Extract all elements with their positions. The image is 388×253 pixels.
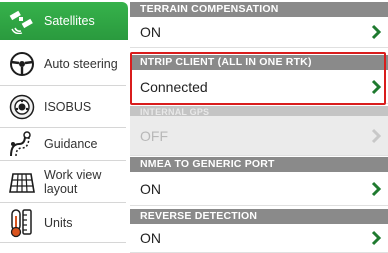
setting-value: ON <box>140 24 161 40</box>
chevron-right-icon <box>371 24 382 40</box>
setting-value: Connected <box>140 78 208 95</box>
sidebar-item-guidance[interactable]: Guidance <box>0 128 126 161</box>
setting-row-internal-gps: OFF <box>130 116 388 156</box>
work-view-icon <box>4 164 40 200</box>
sidebar-item-label: Units <box>44 215 73 230</box>
steering-wheel-icon <box>4 46 40 82</box>
thermometer-icon <box>4 205 40 241</box>
chevron-right-icon <box>371 79 382 94</box>
sidebar-item-label: Satellites <box>44 14 95 28</box>
setting-row-ntrip-client[interactable]: Connected <box>130 70 388 104</box>
setting-value: ON <box>140 230 161 246</box>
sidebar: Satellites Auto steering ISOBUS Guidance… <box>0 0 128 253</box>
chevron-right-icon <box>371 181 382 196</box>
sidebar-item-satellites[interactable]: Satellites <box>0 2 128 40</box>
sidebar-item-label: Guidance <box>44 137 98 151</box>
setting-row-nmea-to-generic-port[interactable]: ON <box>130 172 388 206</box>
sidebar-item-work-view-layout[interactable]: Work view layout <box>0 161 126 203</box>
isobus-icon <box>4 89 40 125</box>
guidance-icon <box>4 126 40 162</box>
section-header-terrain-compensation: TERRAIN COMPENSATION <box>130 2 388 17</box>
sidebar-item-isobus[interactable]: ISOBUS <box>0 86 126 128</box>
setting-row-terrain-compensation[interactable]: ON <box>130 17 388 48</box>
section-header-ntrip-client: NTRIP CLIENT (ALL IN ONE RTK) <box>130 55 388 70</box>
chevron-right-icon <box>371 230 382 246</box>
satellite-icon <box>4 3 40 39</box>
chevron-right-icon <box>371 128 382 143</box>
section-header-reverse-detection: REVERSE DETECTION <box>130 209 388 224</box>
sidebar-item-auto-steering[interactable]: Auto steering <box>0 42 126 86</box>
setting-value: OFF <box>140 127 168 144</box>
section-header-internal-gps: INTERNAL GPS <box>130 106 388 116</box>
sidebar-item-units[interactable]: Units <box>0 203 126 243</box>
settings-panel: TERRAIN COMPENSATION ON NTRIP CLIENT (AL… <box>130 0 388 253</box>
section-header-nmea-to-generic-port: NMEA TO GENERIC PORT <box>130 157 388 172</box>
sidebar-item-label: Work view layout <box>44 167 102 196</box>
setting-row-reverse-detection[interactable]: ON <box>130 224 388 253</box>
setting-value: ON <box>140 180 161 197</box>
sidebar-item-label: ISOBUS <box>44 99 92 114</box>
sidebar-item-label: Auto steering <box>44 56 118 71</box>
